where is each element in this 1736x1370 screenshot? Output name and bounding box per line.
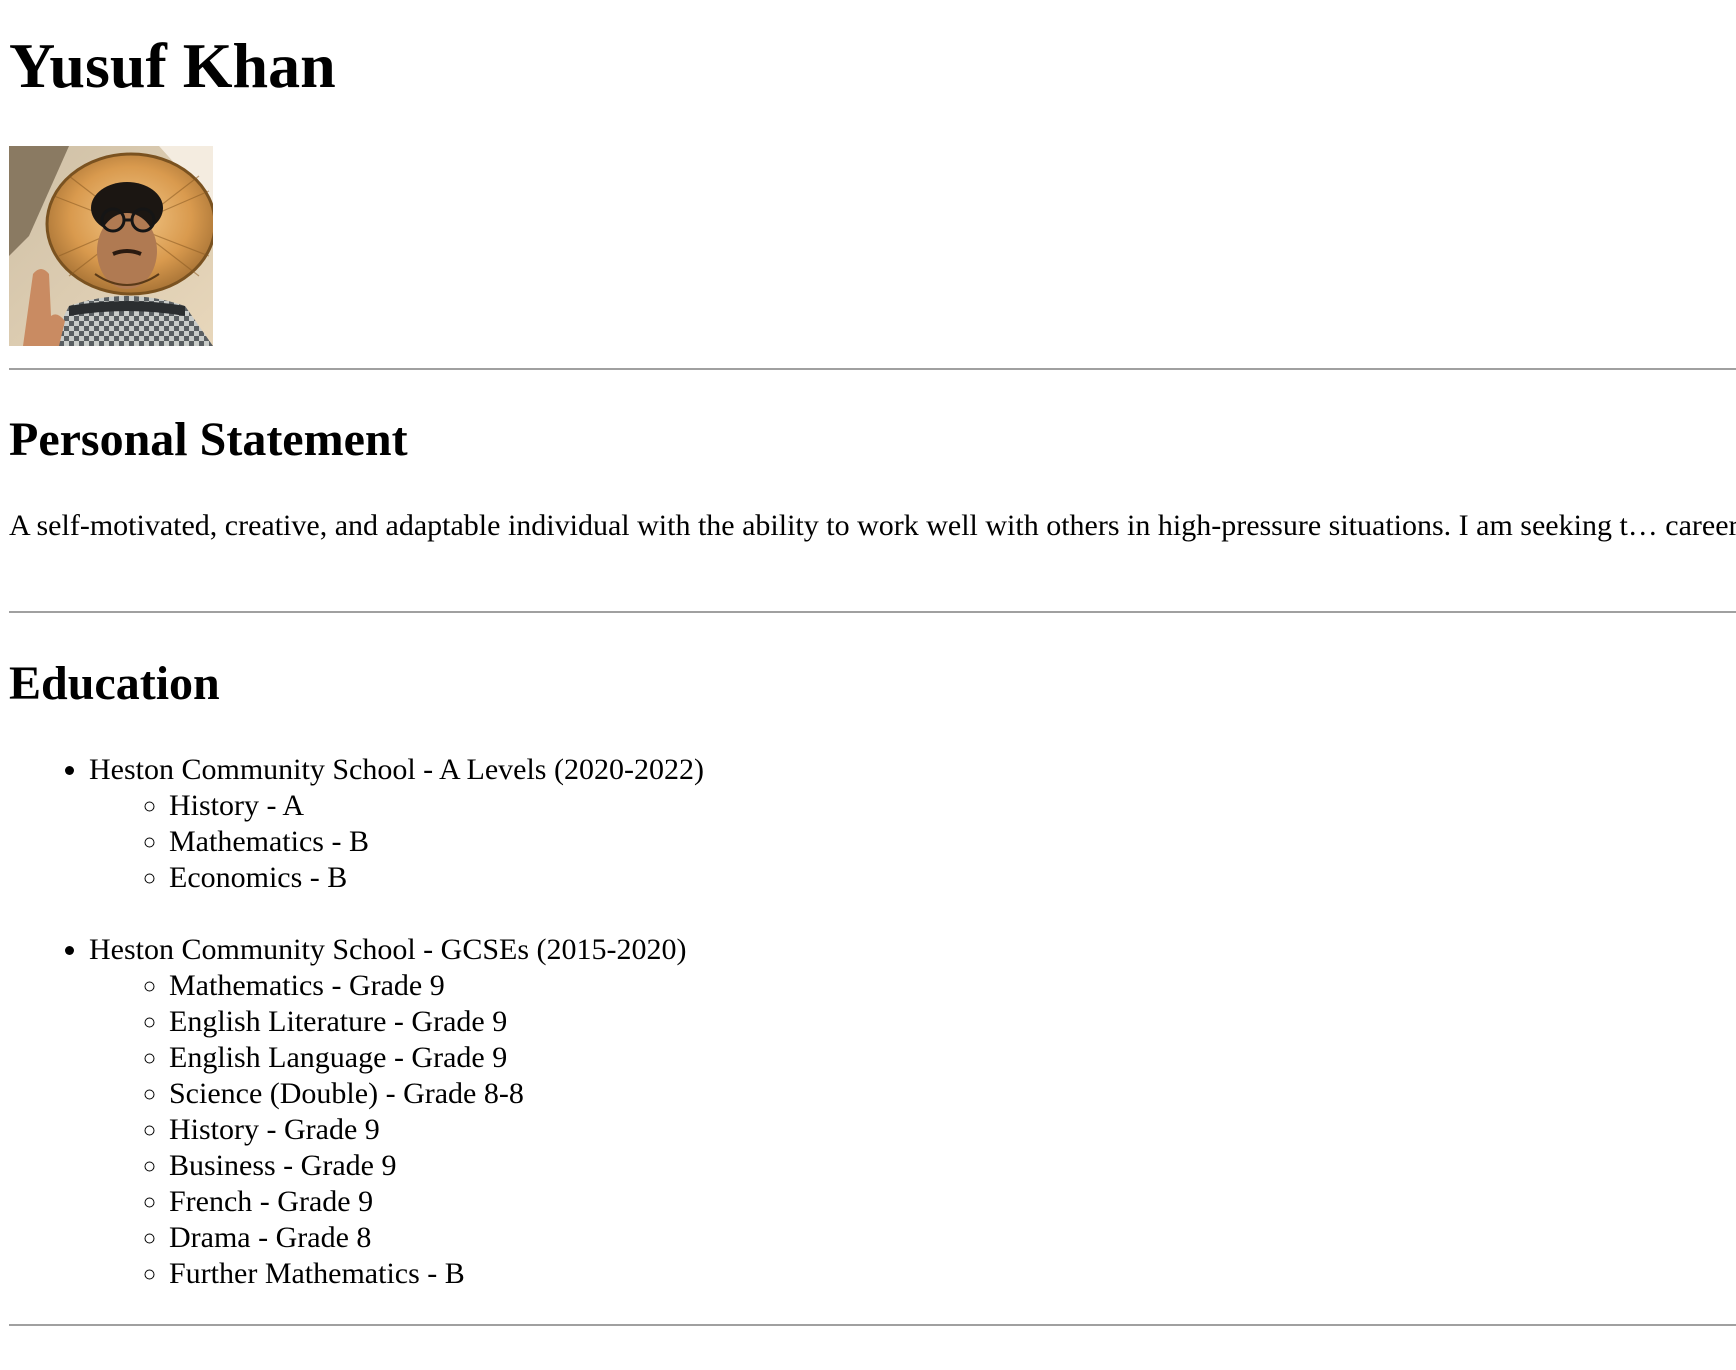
subject-item: Business - Grade 9 [169, 1148, 704, 1184]
subject-item: English Literature - Grade 9 [169, 1004, 704, 1040]
divider [9, 368, 1736, 370]
section-heading-personal-statement: Personal Statement [9, 413, 408, 466]
page: Yusuf Khan Personal Statement A self-mot… [0, 0, 1736, 1370]
subject-item: French - Grade 9 [169, 1184, 704, 1220]
education-list: Heston Community School - A Levels (2020… [9, 752, 704, 1292]
subject-item: History - Grade 9 [169, 1112, 704, 1148]
subject-item: Science (Double) - Grade 8-8 [169, 1076, 704, 1112]
subject-item: Mathematics - B [169, 824, 704, 860]
subject-item: Further Mathematics - B [169, 1256, 704, 1292]
education-entry-title: Heston Community School - GCSEs (2015-20… [89, 933, 687, 966]
section-heading-education: Education [9, 657, 220, 710]
subject-item: History - A [169, 788, 704, 824]
subject-item: Mathematics - Grade 9 [169, 968, 704, 1004]
education-entry: Heston Community School - GCSEs (2015-20… [89, 932, 704, 1292]
education-entry: Heston Community School - A Levels (2020… [89, 752, 704, 896]
divider [9, 611, 1736, 613]
subject-item: Drama - Grade 8 [169, 1220, 704, 1256]
personal-statement-text: A self-motivated, creative, and adaptabl… [9, 509, 1736, 542]
education-entry-title: Heston Community School - A Levels (2020… [89, 753, 704, 786]
subject-item: English Language - Grade 9 [169, 1040, 704, 1076]
profile-photo [9, 146, 213, 346]
subject-item: Economics - B [169, 860, 704, 896]
subject-list: History - A Mathematics - B Economics - … [89, 788, 704, 896]
page-title: Yusuf Khan [9, 30, 336, 101]
divider [9, 1324, 1736, 1326]
subject-list: Mathematics - Grade 9 English Literature… [89, 968, 704, 1292]
